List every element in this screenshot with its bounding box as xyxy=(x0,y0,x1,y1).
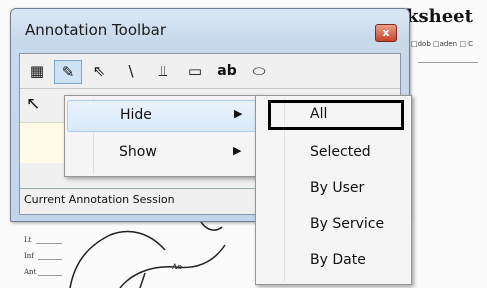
rectangle-icon[interactable]: ▭ xyxy=(182,60,208,82)
text-icon[interactable]: ab xyxy=(214,60,240,82)
submenu-item-label: All xyxy=(310,106,328,122)
submenu-item-label: By Service xyxy=(310,216,385,232)
worksheet-line xyxy=(418,62,478,63)
submenu-item-by-service[interactable]: By Service xyxy=(258,210,408,240)
tool-row: ▦ ✎ ⇖ \ ⫫ ▭ ab ⬭ xyxy=(20,54,400,88)
ellipse-icon[interactable]: ⬭ xyxy=(246,60,272,82)
status-text: Current Annotation Session xyxy=(24,193,175,206)
hide-submenu: All Selected By User By Service By Date xyxy=(255,95,412,285)
submenu-arrow-icon: ▶ xyxy=(233,144,242,157)
submenu-item-label: Selected xyxy=(310,144,371,160)
window-title: Annotation Toolbar xyxy=(25,21,167,39)
worksheet-label-ao: Ao xyxy=(172,262,183,271)
menu-item-hide[interactable]: Hide ▶ xyxy=(67,100,260,132)
submenu-item-by-date[interactable]: By Date xyxy=(258,246,408,276)
submenu-item-all[interactable]: All xyxy=(268,100,404,130)
submenu-arrow-icon: ▶ xyxy=(234,107,243,120)
menu-item-label: Hide xyxy=(120,107,152,123)
worksheet-heading: ksheet xyxy=(406,6,473,27)
menu-item-show[interactable]: Show ▶ xyxy=(67,138,258,168)
worksheet-fields: □dob □aden □ C xyxy=(411,40,474,48)
menu-item-label: Show xyxy=(119,144,157,160)
line-icon[interactable]: \ xyxy=(118,60,144,82)
submenu-item-label: By Date xyxy=(310,252,366,268)
submenu-item-by-user[interactable]: By User xyxy=(258,174,408,204)
context-menu: Hide ▶ Show ▶ xyxy=(64,95,261,177)
close-button[interactable]: x xyxy=(375,24,397,42)
tool-row-divider xyxy=(20,88,400,89)
color-palette-icon[interactable]: ▦ xyxy=(24,60,50,82)
submenu-item-label: By User xyxy=(310,180,365,196)
edit-annotation-icon[interactable]: ✎ xyxy=(54,60,82,84)
freehand-icon[interactable]: ⫫ xyxy=(150,60,176,82)
select-pointer-icon[interactable]: ⇖ xyxy=(86,60,112,82)
arrow-tool-icon[interactable]: ↖ xyxy=(26,94,52,116)
submenu-item-selected[interactable]: Selected xyxy=(258,138,408,168)
